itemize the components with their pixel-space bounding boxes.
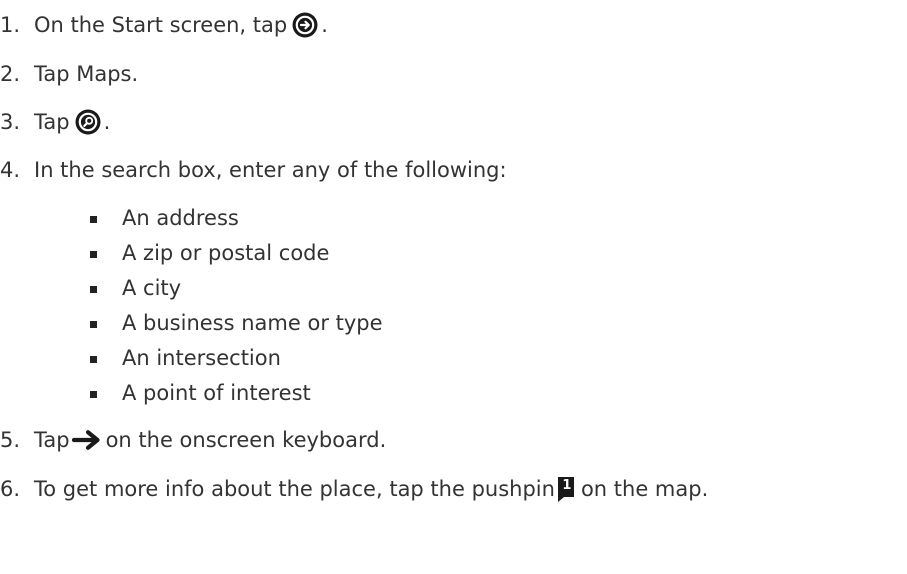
step-text: Tap bbox=[34, 110, 70, 134]
step-3: 3. Tap . bbox=[0, 107, 110, 137]
step-number: 1. bbox=[0, 13, 20, 37]
list-item: A business name or type bbox=[90, 308, 383, 338]
step-text-end: on the map. bbox=[580, 477, 709, 501]
bullet-icon bbox=[90, 320, 97, 328]
step-text: Tap bbox=[34, 428, 70, 452]
list-item: A zip or postal code bbox=[90, 238, 329, 268]
list-item-text: An address bbox=[122, 206, 239, 230]
step-1: 1. On the Start screen, tap . bbox=[0, 10, 328, 40]
right-arrow-icon bbox=[71, 429, 102, 451]
step-number: 4. bbox=[0, 158, 20, 182]
bullet-icon bbox=[90, 285, 97, 293]
step-number: 2. bbox=[0, 62, 20, 86]
list-item-text: A business name or type bbox=[122, 311, 383, 335]
bullet-icon bbox=[90, 215, 97, 223]
step-text-end: . bbox=[103, 110, 111, 134]
list-item-text: An intersection bbox=[122, 346, 281, 370]
bullet-icon bbox=[90, 390, 97, 398]
step-5: 5. Tap on the onscreen keyboard. bbox=[0, 425, 386, 455]
step-6: 6. To get more info about the place, tap… bbox=[0, 474, 708, 504]
step-4: 4. In the search box, enter any of the f… bbox=[0, 155, 507, 185]
list-item: A point of interest bbox=[90, 378, 311, 408]
arrow-circle-icon bbox=[292, 12, 318, 38]
pushpin-label: 1 bbox=[562, 478, 572, 493]
step-number: 6. bbox=[0, 477, 20, 501]
step-text-end: . bbox=[321, 13, 328, 37]
pushpin-icon: 1 bbox=[556, 475, 576, 503]
list-item: An intersection bbox=[90, 343, 281, 373]
step-2: 2. Tap Maps. bbox=[0, 59, 138, 89]
step-text: On the Start screen, tap bbox=[34, 13, 288, 37]
step-text-end: on the onscreen keyboard. bbox=[105, 428, 387, 452]
instructions-document: 1. On the Start screen, tap . 2. Tap Map… bbox=[0, 0, 907, 574]
step-text: Tap Maps. bbox=[34, 62, 139, 86]
list-item-text: A point of interest bbox=[122, 381, 311, 405]
search-circle-icon bbox=[75, 109, 101, 135]
step-text: In the search box, enter any of the foll… bbox=[34, 158, 507, 182]
list-item: A city bbox=[90, 273, 181, 303]
list-item-text: A zip or postal code bbox=[122, 241, 330, 265]
bullet-icon bbox=[90, 250, 97, 258]
list-item-text: A city bbox=[122, 276, 182, 300]
step-text: To get more info about the place, tap th… bbox=[34, 477, 555, 501]
step-number: 5. bbox=[0, 428, 20, 452]
step-number: 3. bbox=[0, 110, 20, 134]
bullet-icon bbox=[90, 355, 97, 363]
list-item: An address bbox=[90, 203, 239, 233]
